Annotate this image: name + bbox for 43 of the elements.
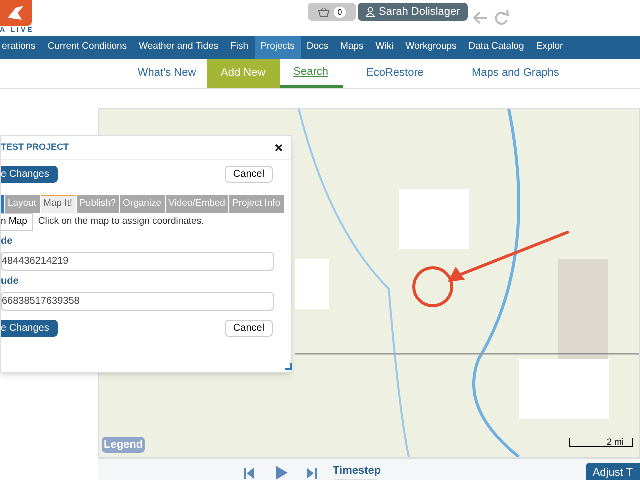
nav-tab[interactable]: Maps — [334, 36, 370, 59]
back-arrow-icon[interactable] — [473, 11, 488, 25]
annotation-circle — [412, 266, 454, 308]
subnav-link[interactable]: What's New — [127, 59, 207, 88]
subnav-link[interactable]: Search — [280, 59, 342, 88]
tab-edge — [1, 195, 4, 213]
save-changes-button[interactable]: e Changes — [1, 166, 58, 183]
nav-tab[interactable]: Workgroups — [400, 36, 463, 59]
redo-icon[interactable] — [494, 9, 510, 25]
field-label: ude — [1, 276, 20, 288]
cancel-button[interactable]: Cancel — [225, 320, 273, 337]
nav-tab[interactable]: Wiki — [370, 36, 400, 59]
scale-bar: 2 mi — [569, 438, 633, 447]
dialog-title: TEST PROJECT — [1, 140, 70, 154]
user-button[interactable]: Sarah Dolislager — [358, 3, 468, 21]
cart-count: 0 — [334, 6, 346, 18]
coordinate-field[interactable]: 66838517639358 — [1, 292, 274, 311]
cancel-button[interactable]: Cancel — [225, 166, 273, 183]
nav-tab[interactable]: Current Conditions — [42, 36, 134, 59]
skip-back-icon[interactable] — [244, 468, 254, 479]
coordinate-field[interactable]: 484436214219 — [1, 252, 274, 271]
close-icon[interactable] — [275, 144, 283, 152]
nav-tab[interactable]: Weather and Tides — [133, 36, 225, 59]
nav-tab[interactable]: Docs — [300, 36, 335, 59]
timestep-label: Timestep — [333, 465, 382, 477]
nav-tab[interactable]: Fish — [224, 36, 255, 59]
dialog-tab[interactable]: Map It! — [40, 195, 76, 213]
nav-tab[interactable]: Data Catalog — [462, 36, 530, 59]
cart-button[interactable]: 0 — [308, 3, 356, 21]
resize-handle-icon[interactable] — [285, 363, 292, 370]
skip-forward-icon[interactable] — [307, 468, 317, 479]
play-icon[interactable] — [276, 466, 288, 480]
nav-tab[interactable]: Explor — [530, 36, 570, 59]
save-changes-button[interactable]: e Changes — [1, 320, 58, 337]
basket-icon — [318, 8, 330, 16]
map-button[interactable]: n Map — [1, 213, 34, 231]
field-label: de — [1, 236, 14, 248]
adjust-button[interactable]: Adjust T — [586, 463, 640, 480]
subnav-link[interactable]: Maps and Graphs — [458, 59, 574, 88]
nav-tab[interactable]: erations — [0, 36, 42, 59]
subnav-link[interactable]: EcoRestore — [352, 59, 438, 88]
user-icon — [366, 7, 375, 17]
nav-tab[interactable]: Projects — [254, 36, 301, 59]
